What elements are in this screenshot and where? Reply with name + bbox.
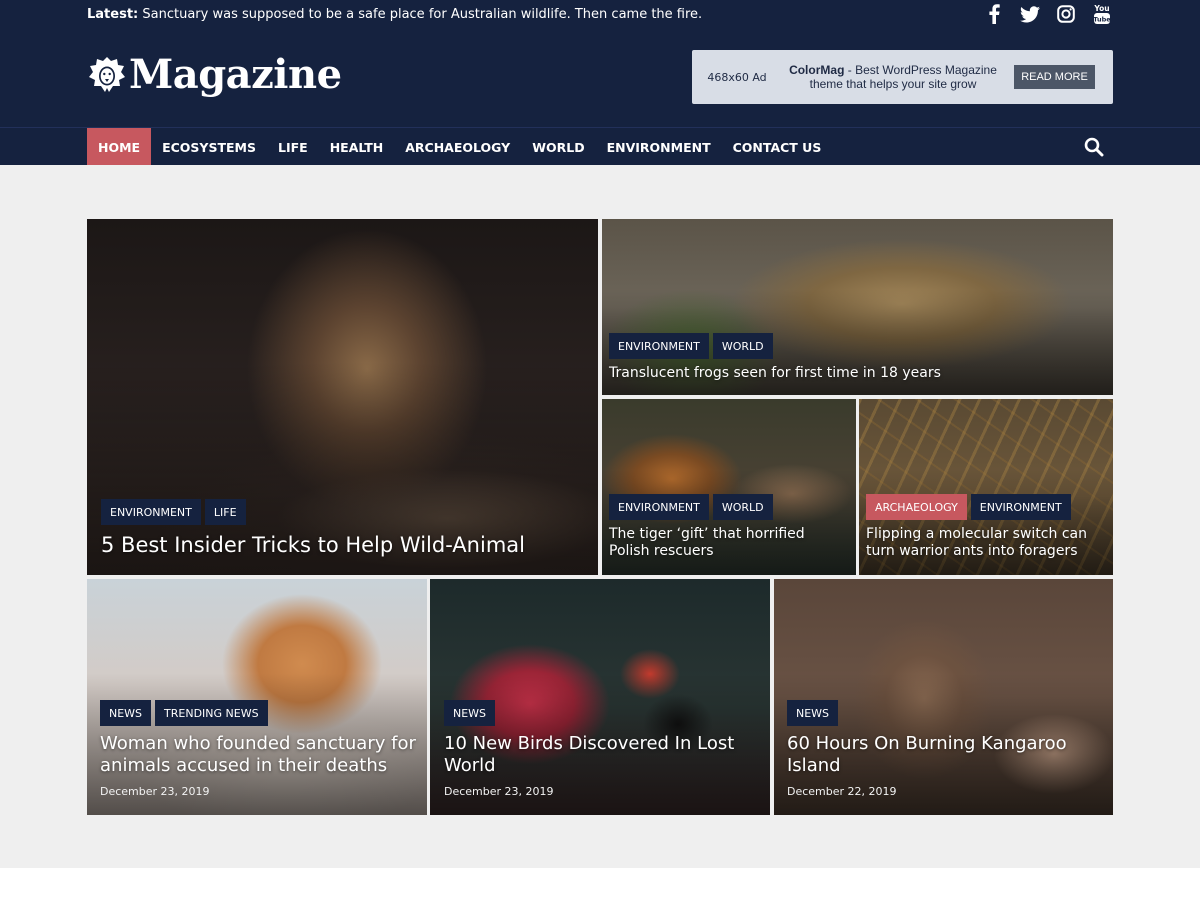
svg-text:You: You <box>1093 4 1109 13</box>
search-icon[interactable] <box>1084 137 1104 157</box>
post-title[interactable]: 5 Best Insider Tricks to Help Wild-Anima… <box>101 532 581 558</box>
ad-size-label: 468x60 Ad <box>707 70 767 84</box>
breaking-news-bar: Latest: Sanctuary was supposed to be a s… <box>87 7 1113 25</box>
featured-post-lion[interactable]: ENVIRONMENT LIFE 5 Best Insider Tricks t… <box>87 219 598 575</box>
category-tag[interactable]: LIFE <box>204 499 246 525</box>
main-content: ENVIRONMENT LIFE 5 Best Insider Tricks t… <box>0 165 1200 868</box>
post-title[interactable]: Flipping a molecular switch can turn war… <box>866 526 1106 560</box>
category-tag[interactable]: NEWS <box>444 700 496 726</box>
post-categories: ARCHAEOLOGY ENVIRONMENT <box>866 494 1071 520</box>
ad-banner[interactable]: 468x60 Ad ColorMag - Best WordPress Maga… <box>692 50 1113 104</box>
featured-post-frog[interactable]: ENVIRONMENT WORLD Translucent frogs seen… <box>602 219 1113 395</box>
category-tag[interactable]: ENVIRONMENT <box>101 499 201 525</box>
category-tag[interactable]: WORLD <box>712 494 773 520</box>
nav-item-health[interactable]: HEALTH <box>319 128 395 166</box>
category-tag[interactable]: ENVIRONMENT <box>970 494 1071 520</box>
nav-item-ecosystems[interactable]: ECOSYSTEMS <box>151 128 267 166</box>
post-categories: NEWS <box>444 700 496 726</box>
post-date[interactable]: December 23, 2019 <box>100 785 210 798</box>
instagram-icon[interactable] <box>1055 3 1077 25</box>
post-categories: NEWS TRENDING NEWS <box>100 700 268 726</box>
facebook-icon[interactable] <box>983 3 1005 25</box>
site-logo[interactable]: Magazine <box>87 52 342 98</box>
post-categories: NEWS <box>787 700 839 726</box>
nav-item-life[interactable]: LIFE <box>267 128 319 166</box>
svg-text:Tube: Tube <box>1093 16 1111 24</box>
site-header: Latest: Sanctuary was supposed to be a s… <box>0 0 1200 166</box>
latest-label: Latest: <box>87 7 139 22</box>
post-title[interactable]: 10 New Birds Discovered In Lost World <box>444 733 764 777</box>
post-card-dog[interactable]: NEWS TRENDING NEWS Woman who founded san… <box>87 579 427 815</box>
nav-item-contact-us[interactable]: CONTACT US <box>722 128 833 166</box>
post-categories: ENVIRONMENT WORLD <box>609 333 773 359</box>
main-navigation: HOME ECOSYSTEMS LIFE HEALTH ARCHAEOLOGY … <box>0 127 1200 166</box>
ad-text: ColorMag - Best WordPress Magazine theme… <box>782 63 1004 91</box>
category-tag[interactable]: TRENDING NEWS <box>155 700 268 726</box>
nav-item-archaeology[interactable]: ARCHAEOLOGY <box>394 128 521 166</box>
nav-item-environment[interactable]: ENVIRONMENT <box>596 128 722 166</box>
logo-text: Magazine <box>129 51 342 98</box>
social-links: You Tube <box>983 3 1113 25</box>
read-more-button[interactable]: READ MORE <box>1014 65 1095 89</box>
category-tag[interactable]: NEWS <box>787 700 839 726</box>
image-overlay <box>430 579 770 815</box>
post-categories: ENVIRONMENT LIFE <box>101 499 246 525</box>
post-categories: ENVIRONMENT WORLD <box>609 494 773 520</box>
category-tag[interactable]: NEWS <box>100 700 152 726</box>
category-tag[interactable]: ARCHAEOLOGY <box>866 494 967 520</box>
post-title[interactable]: Woman who founded sanctuary for animals … <box>100 733 420 777</box>
youtube-icon[interactable]: You Tube <box>1091 3 1113 25</box>
post-title[interactable]: The tiger ‘gift’ that horrified Polish r… <box>609 526 847 560</box>
category-tag[interactable]: ENVIRONMENT <box>609 333 709 359</box>
post-date[interactable]: December 23, 2019 <box>444 785 554 798</box>
category-tag[interactable]: ENVIRONMENT <box>609 494 709 520</box>
post-title[interactable]: Translucent frogs seen for first time in… <box>609 365 1099 382</box>
latest-headline-link[interactable]: Sanctuary was supposed to be a safe plac… <box>142 7 702 22</box>
twitter-icon[interactable] <box>1019 3 1041 25</box>
featured-post-tiger[interactable]: ENVIRONMENT WORLD The tiger ‘gift’ that … <box>602 399 856 575</box>
nav-menu: HOME ECOSYSTEMS LIFE HEALTH ARCHAEOLOGY … <box>87 128 832 166</box>
nav-item-world[interactable]: WORLD <box>521 128 595 166</box>
ad-headline: ColorMag <box>789 63 845 77</box>
featured-post-ants[interactable]: ARCHAEOLOGY ENVIRONMENT Flipping a molec… <box>859 399 1113 575</box>
post-card-bird[interactable]: NEWS 10 New Birds Discovered In Lost Wor… <box>430 579 770 815</box>
nav-item-home[interactable]: HOME <box>87 128 152 166</box>
image-overlay <box>87 579 427 815</box>
category-tag[interactable]: WORLD <box>712 333 773 359</box>
post-date[interactable]: December 22, 2019 <box>787 785 897 798</box>
lion-head-icon <box>89 57 125 92</box>
post-card-kangaroo[interactable]: NEWS 60 Hours On Burning Kangaroo Island… <box>774 579 1113 815</box>
image-overlay <box>774 579 1113 815</box>
post-title[interactable]: 60 Hours On Burning Kangaroo Island <box>787 733 1087 777</box>
